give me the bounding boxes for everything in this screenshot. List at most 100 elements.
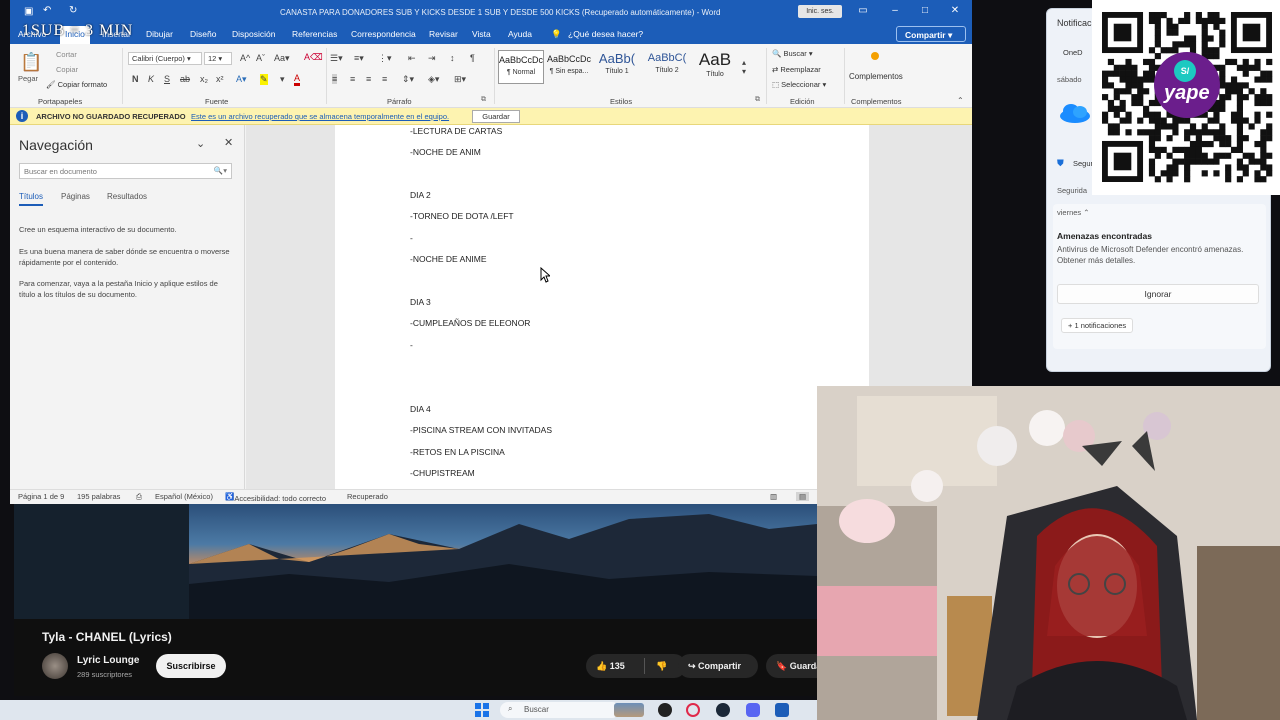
tab-referencias[interactable]: Referencias <box>292 29 337 39</box>
format-painter-button[interactable]: 🖌 Copiar formato <box>46 80 107 89</box>
nav-search-input[interactable]: Buscar en documento 🔍▾ <box>19 163 232 179</box>
superscript-icon[interactable]: x² <box>216 74 224 84</box>
infobar-link[interactable]: Este es un archivo recuperado que se alm… <box>191 112 449 121</box>
share-video-button[interactable]: ↪ Compartir <box>678 654 758 678</box>
word-app-icon[interactable] <box>775 703 789 717</box>
copy-button[interactable]: Copiar <box>56 65 78 74</box>
share-button[interactable]: Compartir ▾ <box>896 26 966 42</box>
more-notifications-button[interactable]: + 1 notificaciones <box>1061 318 1134 333</box>
save-icon[interactable]: ▣ <box>24 6 33 17</box>
minimize-icon[interactable]: – <box>888 4 902 18</box>
align-left-icon[interactable]: ≡ <box>332 74 338 84</box>
strikethrough-icon[interactable]: ab <box>180 74 190 84</box>
close-icon[interactable]: ✕ <box>948 4 962 18</box>
steam-icon[interactable] <box>716 703 730 717</box>
tell-me-search[interactable]: ¿Qué desea hacer? <box>568 29 643 39</box>
tab-diseno[interactable]: Diseño <box>190 29 216 39</box>
like-button[interactable]: 👍 135 <box>596 654 625 678</box>
mountain-widget-icon[interactable] <box>614 703 644 717</box>
text-effects-icon[interactable]: A▾ <box>236 74 247 85</box>
channel-name[interactable]: Lyric Lounge <box>77 655 139 666</box>
ignore-button[interactable]: Ignorar <box>1057 284 1259 304</box>
increase-indent-icon[interactable]: ⇥ <box>428 53 436 64</box>
close-icon[interactable]: ✕ <box>224 136 233 149</box>
style-title[interactable]: AaB Título <box>692 50 738 84</box>
video-frame[interactable] <box>189 504 817 619</box>
maximize-icon[interactable]: □ <box>918 4 932 18</box>
addins-button[interactable]: Complementos <box>849 72 903 81</box>
styles-more-icon[interactable]: ▴ ▾ <box>742 58 746 76</box>
clear-formatting-icon[interactable]: A⌫ <box>304 52 323 63</box>
subscript-icon[interactable]: x₂ <box>200 74 208 84</box>
grow-font-icon[interactable]: A^ <box>240 53 250 63</box>
paragraph-launcher-icon[interactable]: ⧉ <box>481 96 486 104</box>
word-count[interactable]: 195 palabras <box>77 492 120 501</box>
decrease-indent-icon[interactable]: ⇤ <box>408 53 416 64</box>
shading-icon[interactable]: ◈▾ <box>428 74 439 85</box>
document-page[interactable]: -LECTURA DE CARTAS -NOCHE DE ANIM DIA 2 … <box>335 125 869 489</box>
read-mode-icon[interactable]: ▥ <box>770 492 777 501</box>
tab-ayuda[interactable]: Ayuda <box>508 29 532 39</box>
underline-icon[interactable]: S <box>164 74 170 84</box>
tab-paginas[interactable]: Páginas <box>61 192 90 201</box>
find-button[interactable]: 🔍 Buscar ▾ <box>772 49 813 58</box>
discord-icon[interactable] <box>746 703 760 717</box>
styles-launcher-icon[interactable]: ⧉ <box>755 96 760 104</box>
obs-icon[interactable] <box>658 703 672 717</box>
multilevel-list-icon[interactable]: ⋮▾ <box>378 53 392 64</box>
undo-icon[interactable]: ↶ <box>43 5 51 16</box>
style-no-spacing[interactable]: AaBbCcDc ¶ Sin espa... <box>546 50 592 84</box>
style-heading-2[interactable]: AaBbC( Título 2 <box>644 50 690 84</box>
justify-icon[interactable]: ≡ <box>382 74 387 84</box>
page-count[interactable]: Página 1 de 9 <box>18 492 64 501</box>
font-name-select[interactable]: Calibri (Cuerpo) ▾ <box>128 52 202 65</box>
tab-revisar[interactable]: Revisar <box>429 29 458 39</box>
sign-in-button[interactable]: Inic. ses. <box>798 5 842 18</box>
accessibility-status[interactable]: ♿ Accesibilidad: todo correcto <box>225 492 326 503</box>
borders-icon[interactable]: ⊞▾ <box>454 74 466 85</box>
redo-icon[interactable]: ↻ <box>69 5 77 16</box>
dislike-button[interactable]: 👎 <box>656 654 667 678</box>
font-size-select[interactable]: 12 ▾ <box>204 52 232 65</box>
sort-icon[interactable]: ↕ <box>450 53 455 63</box>
line-spacing-icon[interactable]: ⇕▾ <box>402 74 414 85</box>
highlight-dropdown-icon[interactable]: ▾ <box>280 74 285 85</box>
collapse-ribbon-icon[interactable]: ⌃ <box>957 96 964 105</box>
replace-button[interactable]: ⇄ Reemplazar <box>772 65 821 74</box>
bullets-icon[interactable]: ☰▾ <box>330 53 343 64</box>
style-normal[interactable]: AaBbCcDc ¶ Normal <box>498 50 544 84</box>
chevron-down-icon[interactable]: ⌄ <box>196 137 205 150</box>
shrink-font-icon[interactable]: Aˇ <box>256 53 265 63</box>
channel-avatar[interactable] <box>42 653 68 679</box>
opera-icon[interactable] <box>686 703 700 717</box>
language-status[interactable]: Español (México) <box>155 492 213 501</box>
print-layout-icon[interactable]: ▤ <box>796 492 810 501</box>
show-marks-icon[interactable]: ¶ <box>470 53 475 63</box>
style-heading-1[interactable]: AaBb( Título 1 <box>594 50 640 84</box>
search-icon[interactable]: 🔍▾ <box>214 166 227 175</box>
tab-resultados[interactable]: Resultados <box>107 192 147 201</box>
subscribe-button[interactable]: Suscribirse <box>156 654 226 678</box>
ribbon-display-icon[interactable]: ▭ <box>856 4 870 18</box>
infobar-save-button[interactable]: Guardar <box>472 110 520 123</box>
select-button[interactable]: ⬚ Seleccionar ▾ <box>772 80 826 89</box>
font-color-icon[interactable]: A <box>294 73 301 86</box>
proofing-icon[interactable]: ⎙ <box>136 492 142 502</box>
start-button[interactable] <box>475 703 489 717</box>
numbering-icon[interactable]: ≡▾ <box>354 53 364 64</box>
tab-disposicion[interactable]: Disposición <box>232 29 275 39</box>
paste-icon[interactable]: 📋 <box>20 52 42 73</box>
highlight-icon[interactable]: ✎ <box>260 74 268 85</box>
bold-icon[interactable]: N <box>132 74 139 84</box>
change-case-icon[interactable]: Aa▾ <box>274 53 290 64</box>
align-right-icon[interactable]: ≡ <box>366 74 371 84</box>
tab-dibujar[interactable]: Dibujar <box>146 29 173 39</box>
paste-label[interactable]: Pegar <box>18 74 38 83</box>
align-center-icon[interactable]: ≡ <box>350 74 355 84</box>
tab-correspondencia[interactable]: Correspondencia <box>351 29 416 39</box>
tab-vista[interactable]: Vista <box>472 29 491 39</box>
italic-icon[interactable]: K <box>148 74 154 84</box>
taskbar-search[interactable]: ⌕ Buscar <box>500 702 620 718</box>
addins-icon[interactable] <box>871 52 879 60</box>
tab-titulos[interactable]: Títulos <box>19 192 44 206</box>
